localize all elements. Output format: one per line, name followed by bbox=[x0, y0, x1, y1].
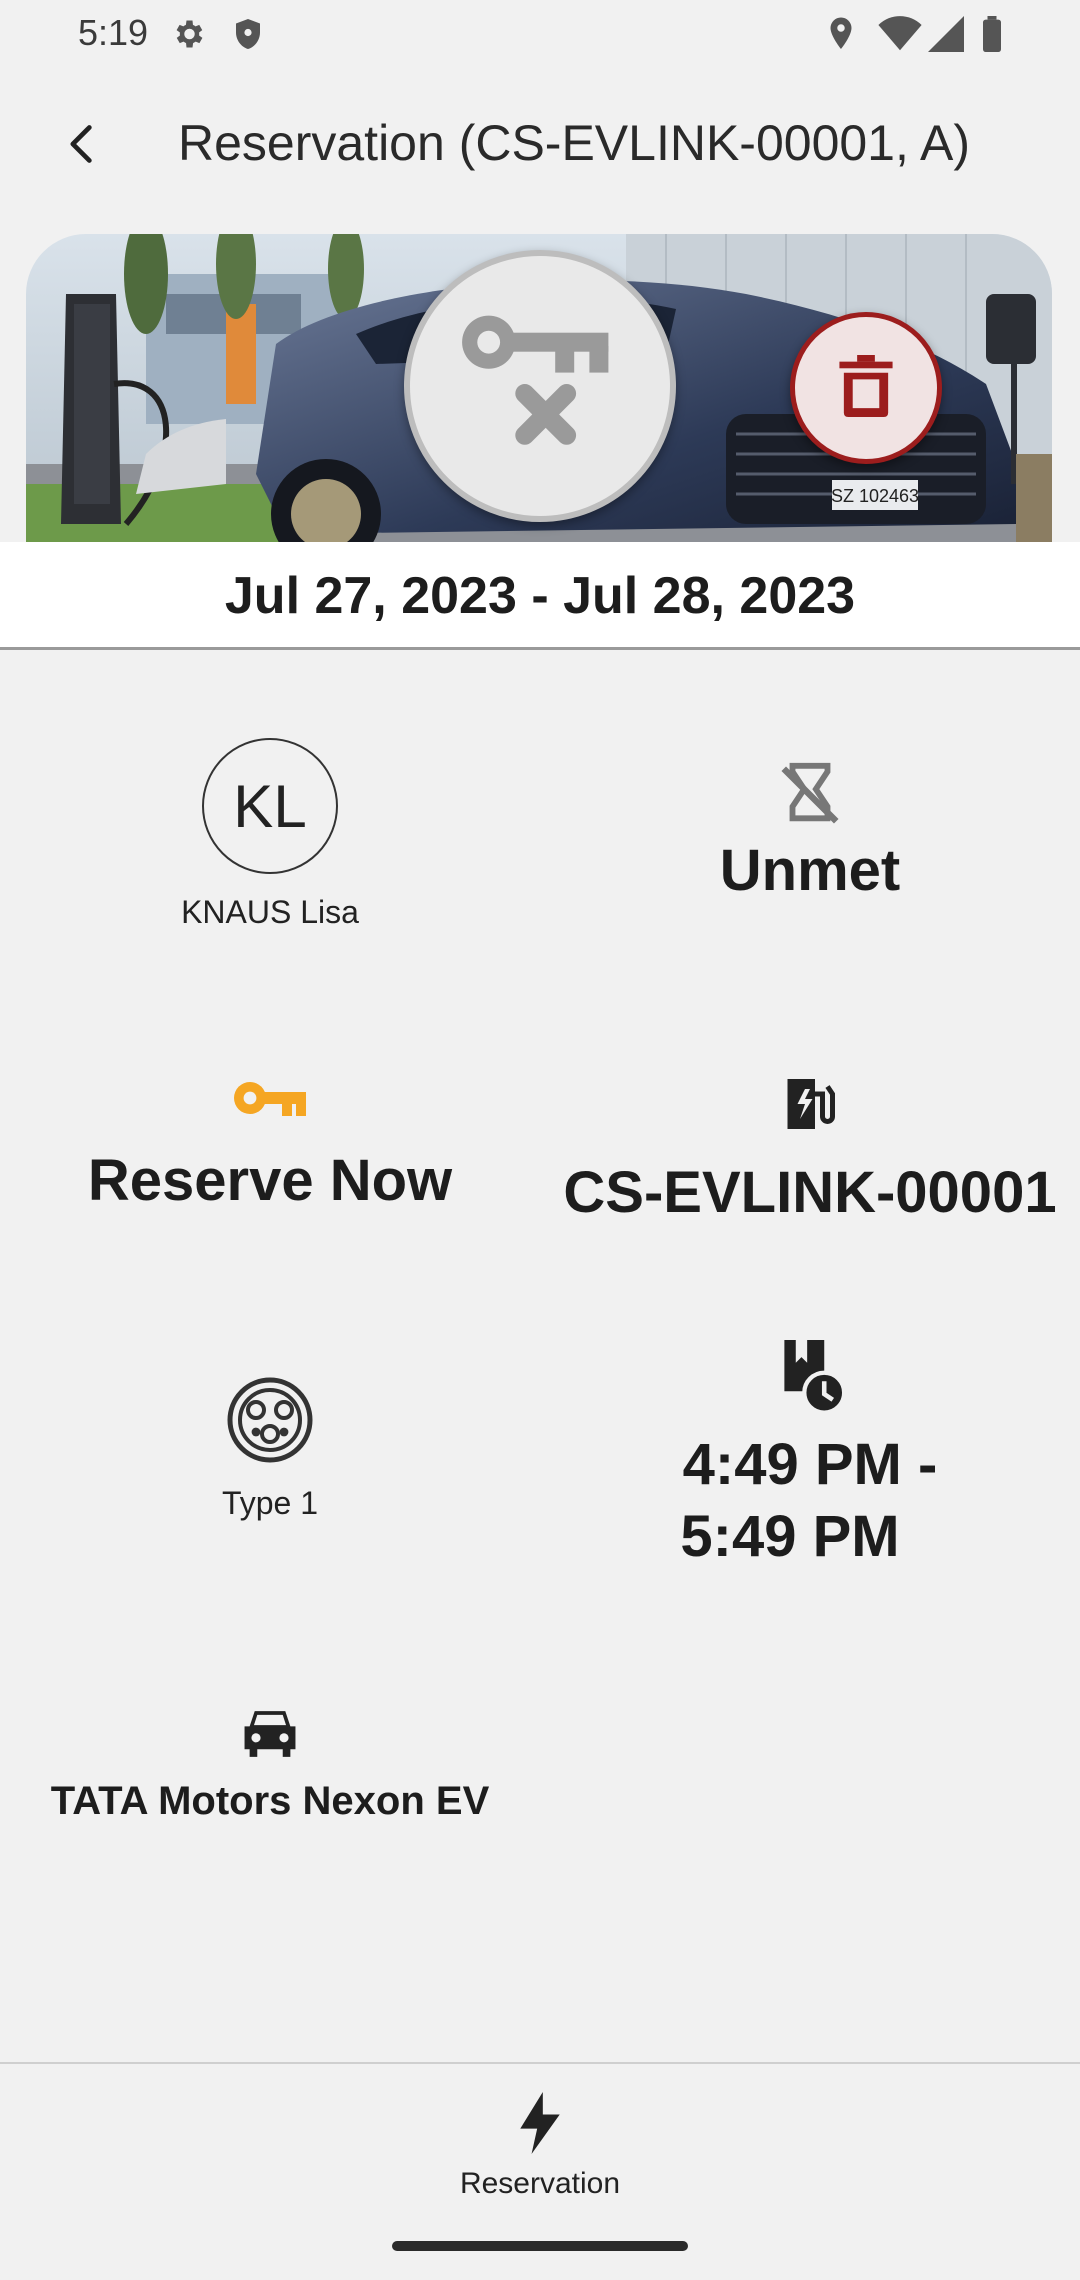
charger-cell[interactable]: CS-EVLINK-00001 bbox=[540, 1074, 1080, 1229]
hourglass-disabled-icon bbox=[775, 760, 845, 835]
cell-signal-icon bbox=[926, 16, 966, 52]
cancel-reservation-button[interactable] bbox=[404, 250, 676, 522]
date-range-banner: Jul 27, 2023 - Jul 28, 2023 bbox=[0, 542, 1080, 650]
gesture-handle[interactable] bbox=[392, 2241, 688, 2251]
svg-text:SZ 102463: SZ 102463 bbox=[831, 486, 919, 506]
location-pin-icon bbox=[826, 16, 856, 52]
nav-label-reservation: Reservation bbox=[459, 2167, 621, 2200]
nav-item-reservation[interactable]: Reservation bbox=[440, 2092, 640, 2201]
key-x-icon bbox=[445, 289, 635, 484]
wifi-icon bbox=[878, 16, 922, 52]
app-bar: Reservation (CS-EVLINK-00001, A) bbox=[0, 86, 1080, 206]
charger-label: CS-EVLINK-00001 bbox=[563, 1160, 1057, 1225]
user-name: KNAUS Lisa bbox=[181, 894, 359, 930]
settings-gear-icon bbox=[170, 16, 206, 52]
connector-label: Type 1 bbox=[221, 1485, 319, 1521]
delete-button[interactable] bbox=[790, 312, 942, 464]
type1-connector-icon bbox=[226, 1376, 314, 1469]
time-cell: 4:49 PM - 5:49 PM bbox=[540, 1340, 1080, 1573]
ev-station-icon bbox=[780, 1074, 840, 1139]
key-icon bbox=[232, 1078, 308, 1131]
car-icon bbox=[239, 1706, 301, 1767]
status-cell: Unmet bbox=[540, 760, 1080, 907]
calendar-clock-icon bbox=[775, 1340, 847, 1419]
screen: 5:19 Reservation (CS-EVLINK-00001, A) SZ… bbox=[0, 0, 1080, 2280]
status-time: 5:19 bbox=[78, 12, 149, 53]
car-label: TATA Motors Nexon EV bbox=[50, 1779, 490, 1823]
time-range-end: 5:49 PM bbox=[680, 1504, 900, 1569]
trash-icon bbox=[839, 354, 893, 422]
status-label: Unmet bbox=[719, 838, 901, 903]
time-range-start: 4:49 PM - bbox=[682, 1432, 938, 1497]
shield-icon bbox=[230, 16, 266, 52]
avatar-initials: KL bbox=[233, 772, 307, 840]
connector-cell: Type 1 bbox=[0, 1376, 540, 1522]
date-range: Jul 27, 2023 - Jul 28, 2023 bbox=[224, 567, 856, 625]
reservation-type-label: Reserve Now bbox=[87, 1148, 453, 1213]
bolt-icon bbox=[517, 2092, 563, 2159]
user-cell[interactable]: KL KNAUS Lisa bbox=[0, 738, 540, 931]
avatar: KL bbox=[202, 738, 338, 874]
reservation-type-cell: Reserve Now bbox=[0, 1078, 540, 1217]
page-title: Reservation (CS-EVLINK-00001, A) bbox=[178, 115, 971, 171]
battery-icon bbox=[980, 16, 1004, 53]
status-bar: 5:19 bbox=[0, 0, 1080, 66]
arrow-back-icon bbox=[60, 122, 104, 171]
back-button[interactable] bbox=[44, 108, 120, 184]
car-cell[interactable]: TATA Motors Nexon EV bbox=[0, 1706, 540, 1824]
